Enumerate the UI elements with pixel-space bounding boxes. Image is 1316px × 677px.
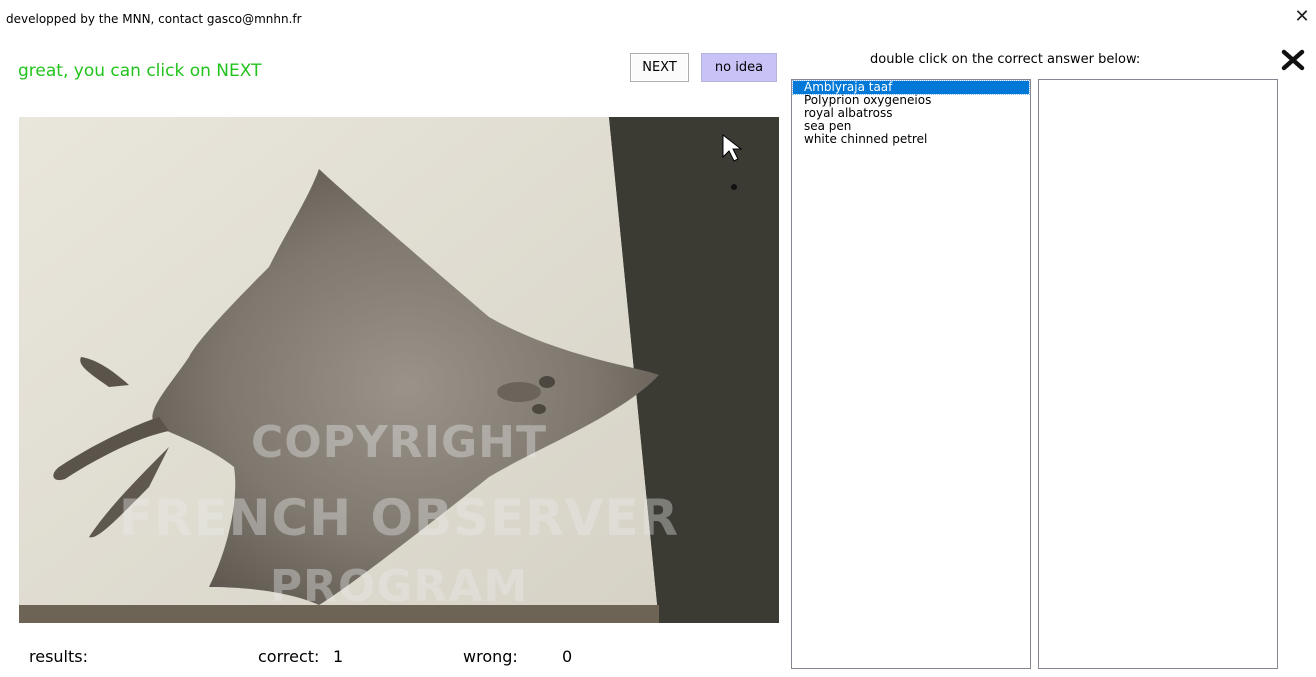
ray-photo-illustration <box>19 117 779 623</box>
close-icon[interactable]: ✕ <box>1291 6 1313 28</box>
status-message: great, you can click on NEXT <box>18 61 262 81</box>
correct-count: 1 <box>333 647 344 666</box>
answer-listbox[interactable]: Amblyraja taaf Polyprion oxygeneios roya… <box>791 79 1031 669</box>
next-button[interactable]: NEXT <box>630 53 689 82</box>
second-listbox[interactable] <box>1038 79 1278 669</box>
watermark-line-1: COPYRIGHT <box>250 417 547 468</box>
correct-label: correct: <box>258 647 320 666</box>
specimen-photo: COPYRIGHT FRENCH OBSERVER PROGRAM <box>19 117 779 623</box>
wrong-label: wrong: <box>463 647 518 666</box>
x-mark-icon[interactable] <box>1280 48 1306 72</box>
watermark-line-3: PROGRAM <box>269 561 529 612</box>
answer-instruction: double click on the correct answer below… <box>870 52 1141 67</box>
no-idea-button[interactable]: no idea <box>701 53 777 82</box>
watermark-line-2: FRENCH OBSERVER <box>118 489 680 547</box>
list-item-answer-5[interactable]: white chinned petrel <box>792 133 1030 146</box>
results-label: results: <box>29 647 88 666</box>
wrong-count: 0 <box>562 647 573 666</box>
window-title: developped by the MNN, contact gasco@mnh… <box>6 12 302 26</box>
